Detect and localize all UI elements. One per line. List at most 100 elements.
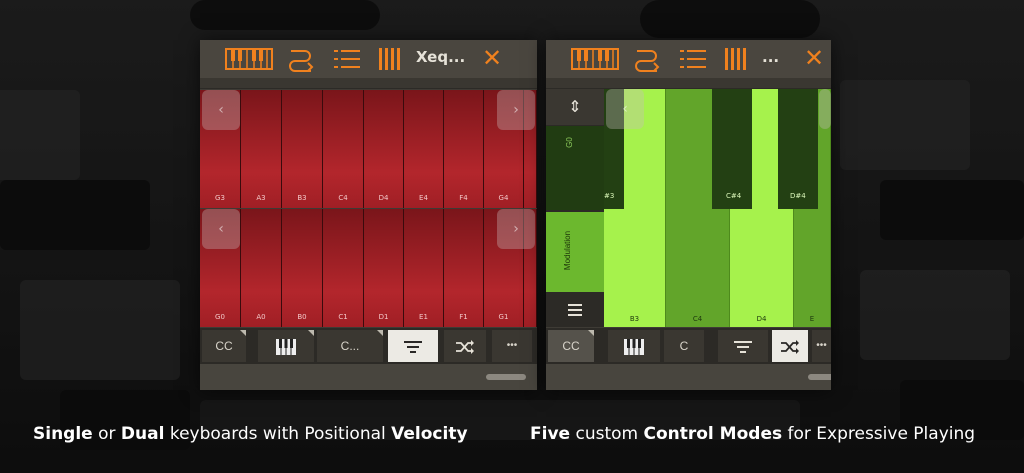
drag-handle[interactable] [486,374,526,380]
caption-word: Dual [120,424,165,444]
caption-word: Single [33,424,93,444]
key-label: E [809,315,815,323]
chord-mode-button[interactable]: C [664,330,704,362]
modulation-label: Modulation [563,230,573,271]
upper-keyboard[interactable]: G3 A3 B3 C4 D4 E4 F4 G4 ‹ › [200,90,537,208]
bars-icon[interactable] [378,47,402,71]
green-keyboard[interactable]: B3 C4 D4 E #3 C#4 D#4 ‹ [604,89,831,327]
drag-handle[interactable] [808,374,831,380]
shuffle-button[interactable] [444,330,486,362]
key-label: A3 [256,194,266,202]
more-button[interactable]: ••• [812,330,831,362]
close-icon[interactable]: ✕ [804,44,824,72]
caption-word: or [92,424,121,444]
keyboard-icon[interactable] [224,47,274,71]
piano-key[interactable]: F1 [444,209,484,327]
piano-key[interactable]: A0 [241,209,282,327]
filter-icon [734,340,752,353]
scroll-right-button[interactable]: › [497,90,535,130]
caption-right: Five custom Control Modes for Expressive… [530,424,975,444]
control-strip: ⇕ G0 Modulation [546,89,604,327]
keyboard-mode-button[interactable] [608,330,660,362]
chord-label: C [679,339,689,353]
filter-button[interactable] [718,330,768,362]
scroll-right-button[interactable]: › [497,209,535,249]
key-label: F4 [459,194,468,202]
piano-key[interactable]: B3 [282,90,323,208]
modulation-slider[interactable]: Modulation [546,212,604,292]
more-button[interactable]: ••• [492,330,532,362]
key-label: B3 [297,194,307,202]
pitch-control[interactable]: ⇕ [546,89,604,125]
scroll-left-button[interactable]: ‹ [606,89,644,129]
chord-mode-button[interactable]: C... [317,330,383,362]
list-icon[interactable] [679,47,707,71]
piano-key[interactable]: D1 [364,209,404,327]
piano-mini-icon [276,338,296,355]
chord-label: C... [340,339,360,353]
caption-left: Single or Dual keyboards with Positional… [33,424,468,444]
cc-label: CC [215,339,233,353]
caption-word: Velocity [391,424,468,444]
top-strip [200,78,537,89]
black-key[interactable]: D#4 [778,89,818,209]
close-icon[interactable]: ✕ [482,44,502,72]
lower-keyboard[interactable]: G0 A0 B0 C1 D1 E1 F1 G1 ‹ › [200,209,537,327]
left-app-screen: Xeq... ✕ G3 A3 B3 C4 D4 E4 F4 G4 ‹ › G0 … [200,40,537,390]
key-label: G4 [498,194,509,202]
piano-key[interactable]: F4 [444,90,484,208]
key-label: A0 [256,313,266,321]
cc-mode-button[interactable]: CC [202,330,246,362]
key-label: C1 [338,313,348,321]
instrument-title[interactable]: ... [762,48,779,66]
scroll-left-button[interactable]: ‹ [202,90,240,130]
key-label: E1 [419,313,428,321]
keyboard-icon[interactable] [570,47,620,71]
caption-word: custom [570,424,644,444]
right-app-screen: ... ✕ B3 C4 D4 E #3 C#4 D#4 ‹ ⇕ G0 Modul… [546,40,831,390]
key-label: B0 [297,313,307,321]
caption-word: for Expressive Playing [782,424,976,444]
key-label: D4 [378,194,389,202]
piano-key[interactable]: C1 [323,209,364,327]
hamburger-icon [568,304,582,316]
menu-button[interactable] [546,293,604,327]
g0-label: G0 [564,137,574,148]
key-label: D4 [756,315,767,323]
key-label: G1 [498,313,509,321]
caption-word: Five [530,424,571,444]
key-label: #3 [604,192,615,200]
key-label: D#4 [790,192,806,200]
piano-key[interactable]: C4 [323,90,364,208]
black-key[interactable]: C#4 [712,89,752,209]
key-label: D1 [378,313,389,321]
cc-mode-button[interactable]: CC [548,330,594,362]
key-label: B3 [629,315,640,323]
key-label: C#4 [726,192,742,200]
piano-mini-icon [624,338,644,355]
g0-slider[interactable]: G0 [546,126,604,210]
list-icon[interactable] [333,47,361,71]
key-label: G3 [215,194,225,202]
piano-key[interactable]: E4 [404,90,444,208]
filter-icon [404,340,422,353]
filter-button[interactable] [388,330,438,362]
top-strip [546,78,831,89]
piano-key[interactable]: A3 [241,90,282,208]
piano-key[interactable]: D4 [364,90,404,208]
instrument-title[interactable]: Xeq... [416,48,465,66]
bars-icon[interactable] [724,47,748,71]
piano-key[interactable]: B0 [282,209,323,327]
route-icon[interactable] [286,47,316,72]
piano-key[interactable]: E1 [404,209,444,327]
shuffle-button[interactable] [772,330,808,362]
caption-word: keyboards with Positional [164,424,392,444]
scroll-left-button[interactable]: ‹ [202,209,240,249]
up-down-icon: ⇕ [568,97,582,116]
scroll-right-button[interactable] [819,89,831,129]
keyboard-mode-button[interactable] [258,330,314,362]
key-label: G0 [215,313,225,321]
bottom-handle-bar [546,364,831,390]
route-icon[interactable] [632,47,662,72]
shuffle-icon [781,339,799,354]
